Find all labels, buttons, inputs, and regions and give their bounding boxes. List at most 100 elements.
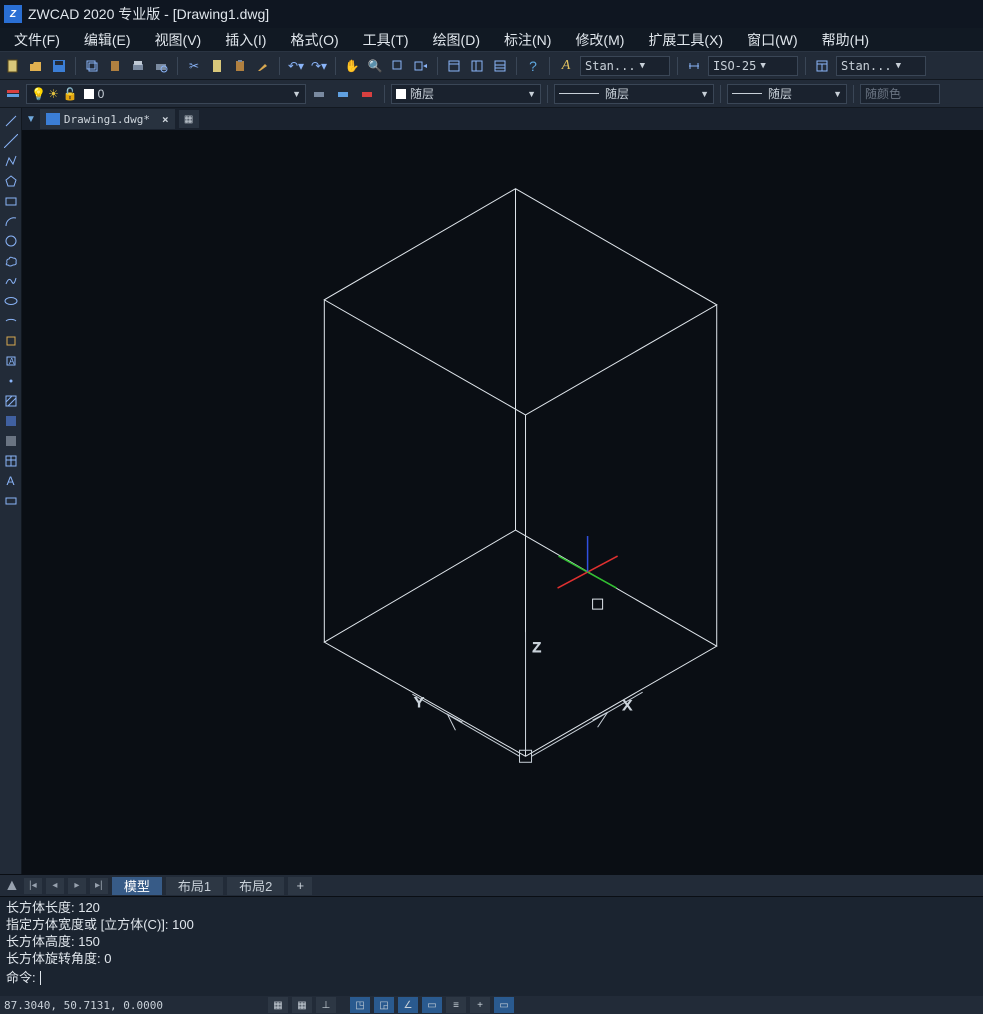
menu-file[interactable]: 文件(F) (2, 28, 72, 52)
cycling-toggle[interactable]: + (470, 997, 490, 1013)
layer-state-icon[interactable] (332, 84, 354, 104)
undo-icon[interactable]: ↶▾ (285, 56, 307, 76)
layer-dropdown[interactable]: 💡 ☀ 🔓 0 ▼ (26, 84, 306, 104)
open-file-icon[interactable] (25, 56, 47, 76)
linetype-dropdown[interactable]: 随层 ▼ (554, 84, 714, 104)
coordinate-readout[interactable]: 87.3040, 50.7131, 0.0000 (4, 999, 264, 1012)
text-style-icon[interactable]: A (555, 56, 577, 76)
extra-tool-icon[interactable] (2, 492, 20, 510)
layer-iso-icon[interactable] (356, 84, 378, 104)
redo-icon[interactable]: ↷▾ (308, 56, 330, 76)
design-center-icon[interactable] (466, 56, 488, 76)
tab-first-icon[interactable]: |◂ (24, 878, 42, 894)
tab-prev-icon[interactable]: ◂ (46, 878, 64, 894)
print-preview-icon[interactable] (150, 56, 172, 76)
zoom-previous-icon[interactable] (410, 56, 432, 76)
polygon-tool-icon[interactable] (2, 172, 20, 190)
table-style-value: Stan... (841, 59, 892, 73)
osnap-toggle[interactable]: ◲ (374, 997, 394, 1013)
save-icon[interactable] (48, 56, 70, 76)
layout-tab-1[interactable]: 布局1 (166, 877, 223, 895)
ortho-toggle[interactable]: ⊥ (316, 997, 336, 1013)
pan-icon[interactable]: ✋ (341, 56, 363, 76)
dim-style-icon[interactable] (683, 56, 705, 76)
menu-dimension[interactable]: 标注(N) (492, 28, 563, 52)
menu-edit[interactable]: 编辑(E) (72, 28, 143, 52)
otrack-toggle[interactable]: ∠ (398, 997, 418, 1013)
revcloud-tool-icon[interactable] (2, 252, 20, 270)
table-style-icon[interactable] (811, 56, 833, 76)
menu-insert[interactable]: 插入(I) (213, 28, 278, 52)
menu-modify[interactable]: 修改(M) (563, 28, 636, 52)
snap-toggle[interactable]: ▦ (268, 997, 288, 1013)
match-prop-icon[interactable] (252, 56, 274, 76)
line-tool-icon[interactable] (2, 112, 20, 130)
table-tool-icon[interactable] (2, 452, 20, 470)
dyn-toggle[interactable]: ▭ (422, 997, 442, 1013)
model-toggle[interactable]: ▭ (494, 997, 514, 1013)
circle-tool-icon[interactable] (2, 232, 20, 250)
help-icon[interactable]: ? (522, 56, 544, 76)
drawing-canvas[interactable]: ▼ Drawing1.dwg* × ▦ (22, 108, 983, 874)
separator (279, 57, 280, 75)
grid-toggle[interactable]: ▦ (292, 997, 312, 1013)
region-tool-icon[interactable] (2, 432, 20, 450)
polyline-tool-icon[interactable] (2, 152, 20, 170)
zoom-realtime-icon[interactable]: 🔍 (364, 56, 386, 76)
command-window[interactable]: 长方体长度: 120 指定方体宽度或 [立方体(C)]: 100 长方体高度: … (0, 896, 983, 996)
cut-icon[interactable]: ✂ (183, 56, 205, 76)
layer-name: 0 (98, 87, 105, 101)
ellipse-tool-icon[interactable] (2, 292, 20, 310)
zoom-window-icon[interactable] (387, 56, 409, 76)
lineweight-dropdown[interactable]: 随层 ▼ (727, 84, 847, 104)
tab-last-icon[interactable]: ▸| (90, 878, 108, 894)
close-tab-icon[interactable]: × (162, 113, 169, 126)
spline-tool-icon[interactable] (2, 272, 20, 290)
print-icon[interactable] (127, 56, 149, 76)
color-dropdown[interactable]: 随层 ▼ (391, 84, 541, 104)
paste-icon[interactable] (104, 56, 126, 76)
menu-tools[interactable]: 工具(T) (351, 28, 421, 52)
tab-scroll-up-icon[interactable]: ▲ (4, 877, 20, 895)
rectangle-tool-icon[interactable] (2, 192, 20, 210)
menu-extended-tools[interactable]: 扩展工具(X) (636, 28, 735, 52)
dim-style-dropdown[interactable]: ISO-25▼ (708, 56, 798, 76)
layout-tab-model[interactable]: 模型 (112, 877, 162, 895)
tool-palette-icon[interactable] (489, 56, 511, 76)
tab-next-icon[interactable]: ▸ (68, 878, 86, 894)
menu-window[interactable]: 窗口(W) (735, 28, 810, 52)
ellipse-arc-tool-icon[interactable] (2, 312, 20, 330)
layer-properties-icon[interactable] (2, 84, 24, 104)
lwt-toggle[interactable]: ≡ (446, 997, 466, 1013)
construction-line-tool-icon[interactable] (2, 132, 20, 150)
document-tab[interactable]: Drawing1.dwg* × (40, 109, 175, 129)
table-style-dropdown[interactable]: Stan...▼ (836, 56, 926, 76)
polar-toggle[interactable]: ◳ (350, 997, 370, 1013)
make-block-tool-icon[interactable]: A (2, 352, 20, 370)
menu-help[interactable]: 帮助(H) (810, 28, 881, 52)
tab-menu-icon[interactable]: ▼ (26, 114, 36, 125)
arc-tool-icon[interactable] (2, 212, 20, 230)
properties-icon[interactable] (443, 56, 465, 76)
layer-previous-icon[interactable] (308, 84, 330, 104)
menu-format[interactable]: 格式(O) (278, 28, 350, 52)
plotstyle-value: 随颜色 (865, 85, 901, 102)
text-style-dropdown[interactable]: Stan...▼ (580, 56, 670, 76)
copy-icon[interactable] (81, 56, 103, 76)
copy-clipboard-icon[interactable] (206, 56, 228, 76)
hatch-tool-icon[interactable] (2, 392, 20, 410)
plotstyle-dropdown[interactable]: 随颜色 (860, 84, 940, 104)
new-tab-button[interactable]: ▦ (179, 110, 199, 128)
layout-tab-2[interactable]: 布局2 (227, 877, 284, 895)
add-layout-button[interactable]: + (288, 877, 312, 895)
menu-draw[interactable]: 绘图(D) (421, 28, 492, 52)
mtext-tool-icon[interactable]: A (2, 472, 20, 490)
point-tool-icon[interactable] (2, 372, 20, 390)
paste-clipboard-icon[interactable] (229, 56, 251, 76)
gradient-tool-icon[interactable] (2, 412, 20, 430)
insert-block-tool-icon[interactable] (2, 332, 20, 350)
cmd-input-row[interactable]: 命令: (6, 969, 977, 986)
layout-tabs: ▲ |◂ ◂ ▸ ▸| 模型 布局1 布局2 + (0, 874, 983, 896)
menu-view[interactable]: 视图(V) (143, 28, 214, 52)
new-file-icon[interactable] (2, 56, 24, 76)
